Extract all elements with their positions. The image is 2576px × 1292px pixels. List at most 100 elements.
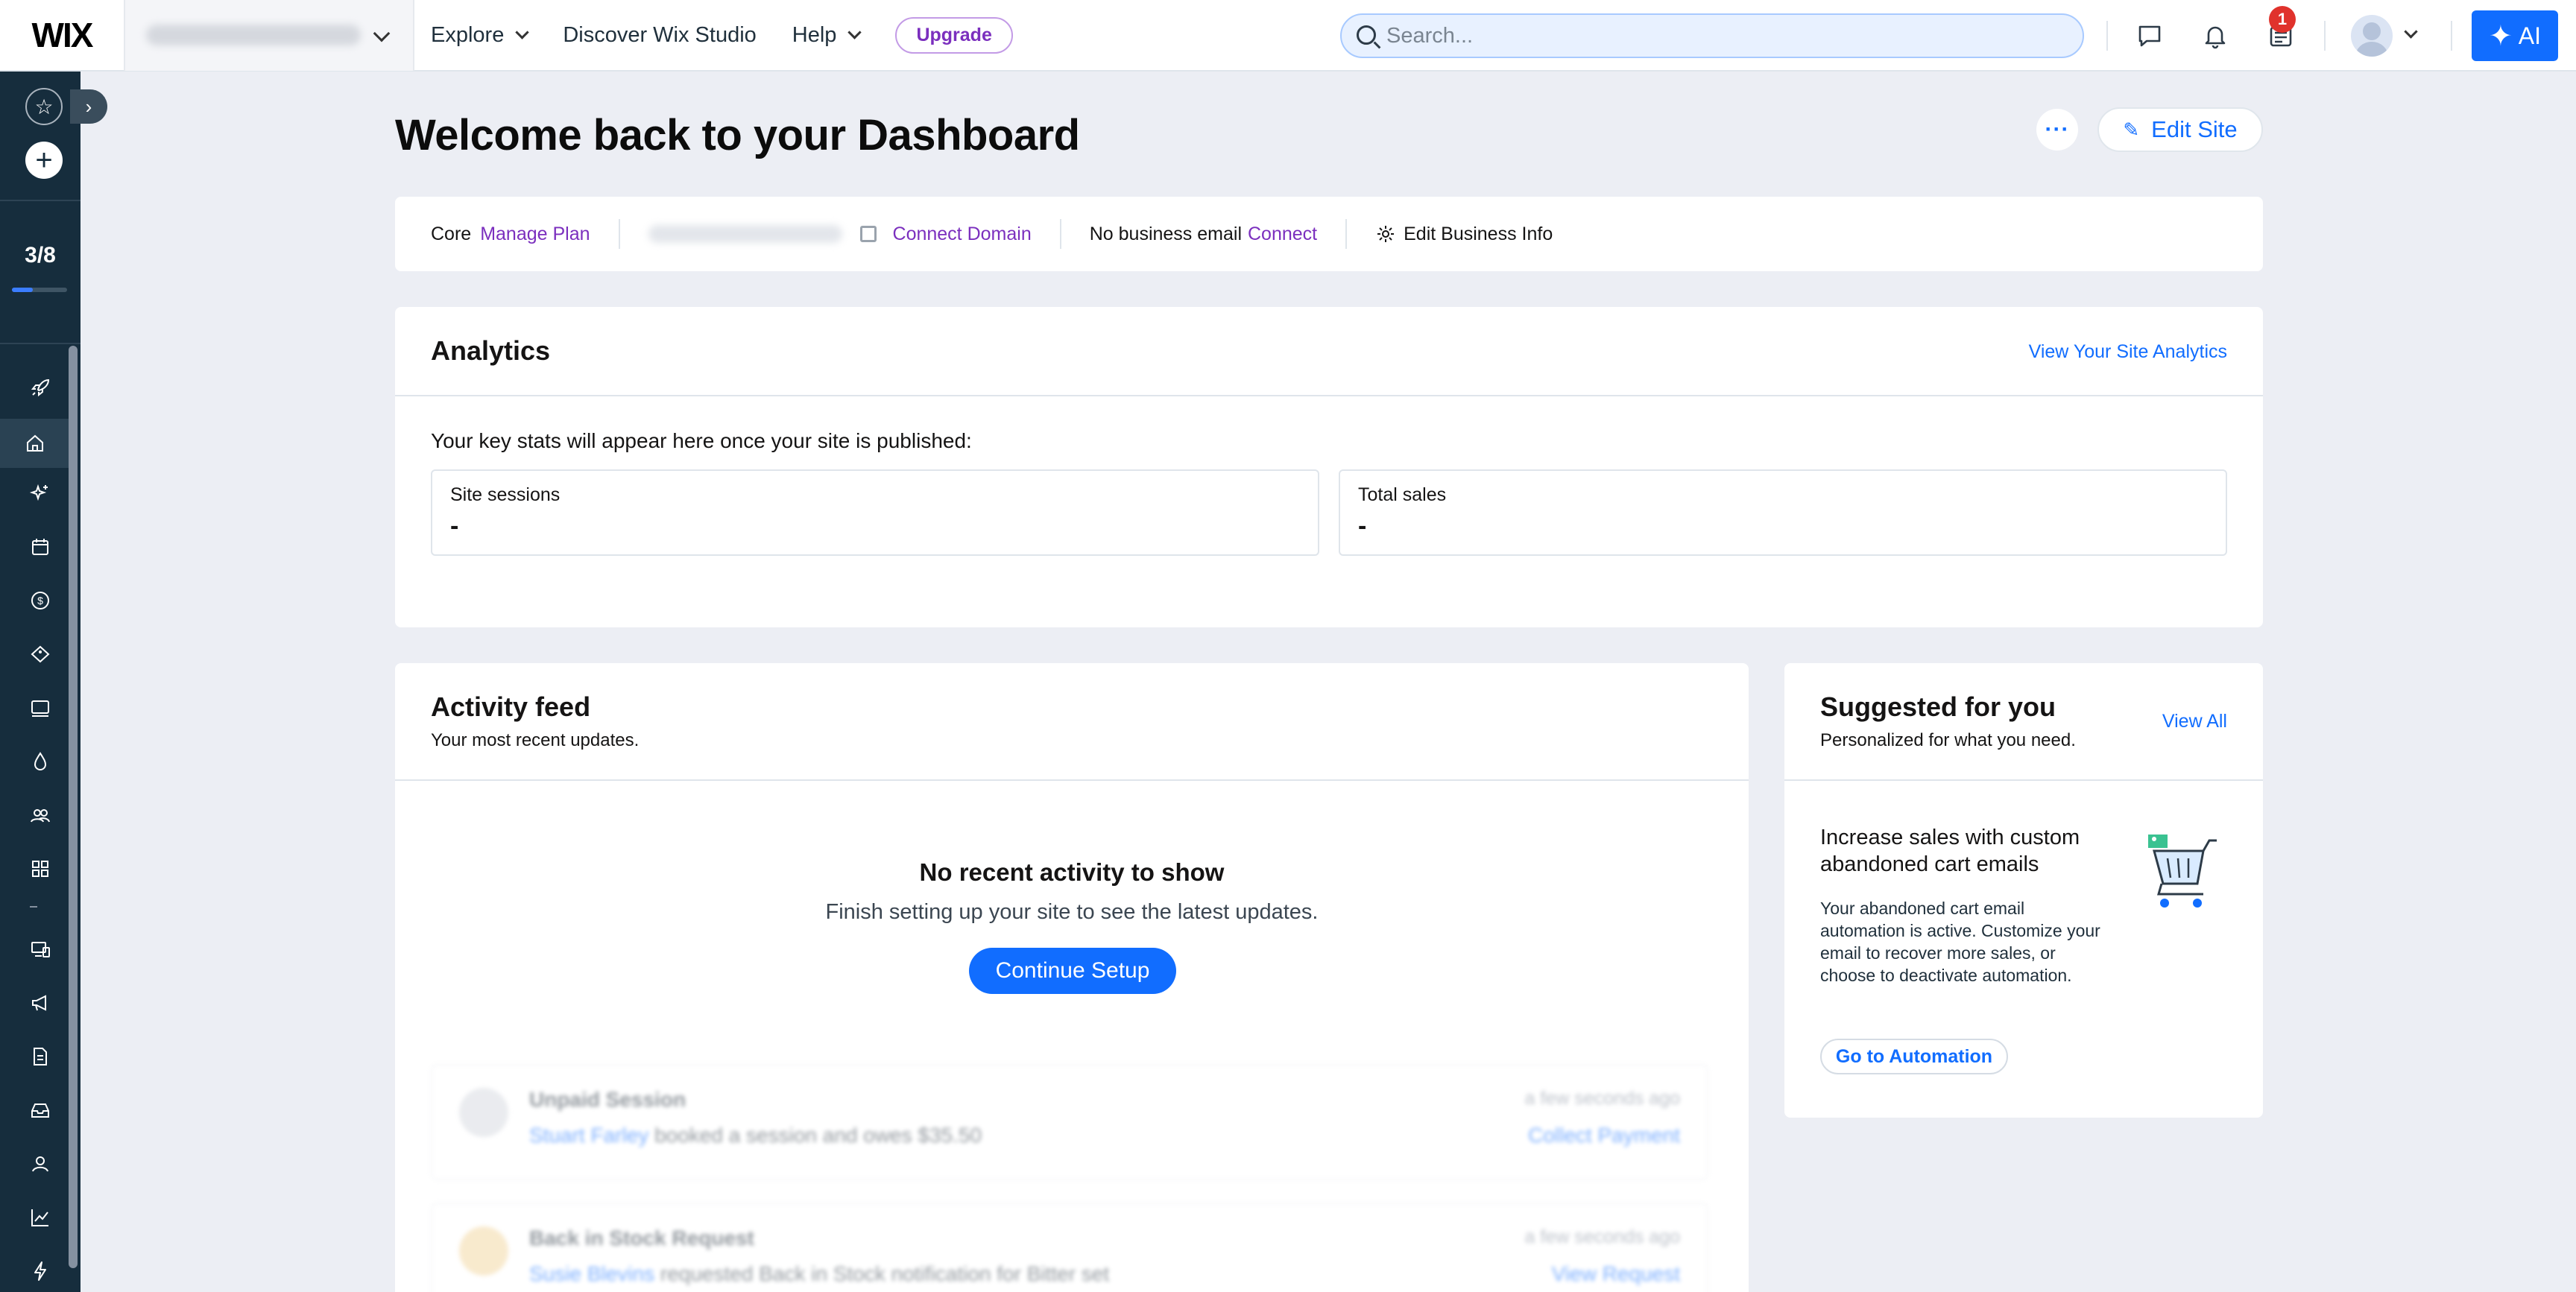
divider bbox=[0, 343, 80, 344]
divider bbox=[1059, 219, 1061, 249]
sparkle-icon: ✦ bbox=[2488, 20, 2513, 52]
activity-title: Activity feed bbox=[431, 691, 591, 722]
dollar-icon[interactable]: $ bbox=[25, 586, 55, 615]
divider bbox=[2106, 21, 2108, 51]
plan-name: Core bbox=[431, 223, 472, 244]
megaphone-icon[interactable] bbox=[25, 988, 55, 1018]
sidebar-scrollbar[interactable] bbox=[69, 346, 78, 1268]
contacts-icon[interactable] bbox=[25, 1149, 55, 1179]
nav-explore[interactable]: Explore bbox=[431, 23, 530, 48]
pencil-icon: ✎ bbox=[2123, 118, 2140, 141]
page-title: Welcome back to your Dashboard bbox=[395, 111, 1080, 159]
ai-button[interactable]: ✦ AI bbox=[2472, 10, 2558, 61]
site-sessions-stat: Site sessions - bbox=[431, 469, 1319, 556]
droplet-icon[interactable] bbox=[25, 747, 55, 776]
top-nav: Explore Discover Wix Studio Help Upgrade bbox=[431, 16, 1013, 54]
chevron-down-icon[interactable] bbox=[2404, 25, 2418, 39]
calendar-icon bbox=[459, 1088, 508, 1137]
stat-value: - bbox=[1358, 512, 1367, 540]
divider bbox=[618, 219, 620, 249]
divider bbox=[1784, 779, 2263, 781]
setup-progress-fill bbox=[12, 288, 33, 292]
connect-email-link[interactable]: Connect bbox=[1248, 224, 1317, 245]
manage-plan-link[interactable]: Manage Plan bbox=[480, 224, 590, 245]
search-input[interactable]: Search... bbox=[1340, 13, 2084, 58]
nav-help[interactable]: Help bbox=[792, 23, 862, 48]
tag-icon[interactable] bbox=[25, 639, 55, 669]
chevron-down-icon bbox=[373, 25, 391, 42]
svg-text:$: $ bbox=[37, 595, 43, 607]
divider bbox=[1345, 219, 1348, 249]
site-name-blurred bbox=[146, 25, 361, 45]
suggested-title: Suggested for you bbox=[1820, 691, 2056, 722]
view-request-link: View Request bbox=[1551, 1262, 1680, 1285]
total-sales-stat: Total sales - bbox=[1339, 469, 2227, 556]
nav-discover-wix-studio[interactable]: Discover Wix Studio bbox=[563, 23, 756, 48]
setup-progress-label[interactable]: 3/8 bbox=[0, 243, 80, 268]
analytics-card: Analytics View Your Site Analytics Your … bbox=[395, 307, 2263, 627]
activity-item-time: a few seconds ago bbox=[1524, 1226, 1680, 1247]
star-icon[interactable]: ☆ bbox=[25, 88, 63, 125]
divider bbox=[0, 200, 80, 201]
collect-payment-link: Collect Payment bbox=[1528, 1124, 1680, 1147]
sample-activity-item: Unpaid Session Stuart Farley booked a se… bbox=[431, 1064, 1708, 1180]
stat-label: Total sales bbox=[1358, 484, 1447, 505]
activity-item-title: Back in Stock Request bbox=[529, 1226, 754, 1250]
site-domain-blurred bbox=[648, 225, 842, 243]
activity-item-description: Stuart Farley booked a session and owes … bbox=[529, 1124, 982, 1147]
chart-icon[interactable] bbox=[25, 1203, 55, 1232]
automation-icon[interactable] bbox=[25, 1256, 55, 1286]
home-icon[interactable] bbox=[0, 419, 70, 468]
go-to-automation-button[interactable]: Go to Automation bbox=[1820, 1039, 2008, 1074]
empty-state-description: Finish setting up your site to see the l… bbox=[825, 900, 1319, 924]
connect-domain-link[interactable]: Connect Domain bbox=[893, 224, 1032, 245]
chevron-down-icon bbox=[847, 25, 862, 39]
sparkle-icon[interactable] bbox=[25, 478, 55, 508]
apps-icon[interactable] bbox=[25, 854, 55, 884]
chat-icon[interactable] bbox=[2133, 19, 2166, 52]
site-info-bar: Core Manage Plan Connect Domain No busin… bbox=[395, 197, 2263, 271]
document-icon[interactable] bbox=[25, 1042, 55, 1071]
expand-sidebar-button[interactable]: › bbox=[70, 89, 107, 124]
upgrade-button[interactable]: Upgrade bbox=[895, 16, 1013, 54]
divider bbox=[2451, 21, 2452, 51]
gear-icon bbox=[1375, 224, 1396, 244]
bag-icon bbox=[459, 1226, 508, 1276]
people-icon[interactable] bbox=[25, 800, 55, 830]
analytics-intro: Your key stats will appear here once you… bbox=[431, 429, 972, 452]
external-link-icon[interactable] bbox=[859, 226, 877, 242]
inbox-icon[interactable] bbox=[25, 693, 55, 723]
rocket-icon[interactable] bbox=[25, 373, 55, 402]
chevron-down-icon bbox=[515, 25, 530, 39]
calendar-icon[interactable] bbox=[25, 532, 55, 562]
top-bar: WIX Explore Discover Wix Studio Help Upg… bbox=[0, 0, 2576, 72]
divider bbox=[30, 906, 37, 908]
sample-activity-item: Back in Stock Request Susie Blevins requ… bbox=[431, 1203, 1708, 1292]
edit-business-info-link[interactable]: Edit Business Info bbox=[1404, 224, 1553, 245]
stat-value: - bbox=[450, 512, 459, 540]
view-analytics-link[interactable]: View Your Site Analytics bbox=[2029, 341, 2227, 363]
analytics-title: Analytics bbox=[431, 335, 551, 366]
activity-item-title: Unpaid Session bbox=[529, 1088, 686, 1111]
activity-item-time: a few seconds ago bbox=[1524, 1088, 1680, 1109]
stat-label: Site sessions bbox=[450, 484, 561, 505]
edit-site-button[interactable]: ✎ Edit Site bbox=[2097, 107, 2263, 152]
devices-icon[interactable] bbox=[25, 934, 55, 964]
site-selector[interactable] bbox=[125, 0, 414, 71]
bell-icon[interactable] bbox=[2199, 19, 2232, 52]
empty-state-title: No recent activity to show bbox=[919, 858, 1225, 886]
more-actions-button[interactable]: ··· bbox=[2036, 109, 2078, 151]
suggestion-title: Increase sales with custom abandoned car… bbox=[1820, 826, 2080, 876]
wix-logo[interactable]: WIX bbox=[0, 0, 125, 71]
continue-setup-button[interactable]: Continue Setup bbox=[969, 948, 1176, 994]
divider bbox=[395, 395, 2263, 396]
activity-item-description: Susie Blevins requested Back in Stock no… bbox=[529, 1262, 1110, 1285]
view-all-link[interactable]: View All bbox=[2162, 711, 2227, 732]
no-email-label: No business email bbox=[1089, 223, 1242, 244]
avatar[interactable] bbox=[2351, 15, 2393, 57]
setup-progress-bar bbox=[12, 288, 67, 292]
activity-subtitle: Your most recent updates. bbox=[431, 730, 640, 750]
suggested-card: Suggested for you Personalized for what … bbox=[1784, 663, 2263, 1118]
add-button[interactable]: + bbox=[25, 142, 63, 179]
tray-icon[interactable] bbox=[25, 1095, 55, 1125]
